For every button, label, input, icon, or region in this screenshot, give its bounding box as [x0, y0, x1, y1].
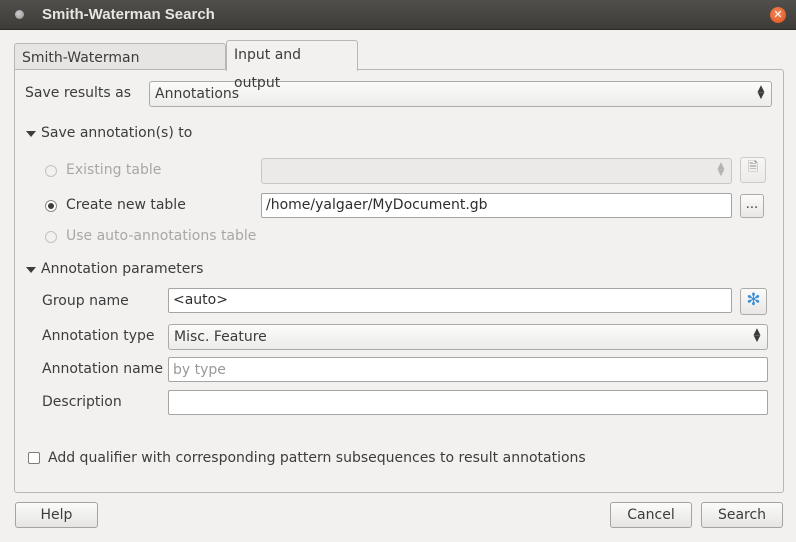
existing-table-radio[interactable] — [45, 165, 57, 177]
cancel-button[interactable]: Cancel — [610, 502, 692, 528]
existing-table-label: Existing table — [66, 162, 162, 178]
annotation-name-field[interactable] — [168, 357, 768, 382]
auto-annotations-label: Use auto-annotations table — [66, 228, 257, 244]
annotation-type-select[interactable]: Misc. Feature ▲ ▼ — [168, 324, 768, 350]
search-button[interactable]: Search — [701, 502, 783, 528]
create-new-table-label: Create new table — [66, 197, 186, 213]
browse-button[interactable]: ... — [740, 194, 764, 218]
save-annotations-section-title[interactable]: Save annotation(s) to — [41, 125, 192, 141]
annotation-name-label: Annotation name — [42, 361, 163, 377]
existing-table-select[interactable]: ▲ ▼ — [261, 158, 732, 184]
title-bar: Smith-Waterman Search ✕ — [0, 0, 796, 30]
window-menu-icon[interactable] — [15, 10, 24, 19]
collapse-triangle-icon[interactable] — [26, 131, 36, 137]
annotation-type-label: Annotation type — [42, 328, 155, 344]
group-name-label: Group name — [42, 293, 129, 309]
auto-annotations-radio[interactable] — [45, 231, 57, 243]
chevron-updown-icon: ▲ ▼ — [717, 161, 725, 178]
chevron-updown-icon: ▲ ▼ — [757, 84, 765, 101]
group-name-field[interactable]: <auto> — [168, 288, 732, 313]
predefined-names-button[interactable]: ✻ — [740, 288, 767, 315]
chevron-updown-icon: ▲ ▼ — [753, 327, 761, 344]
save-results-label: Save results as — [25, 85, 132, 101]
annotation-params-section-title[interactable]: Annotation parameters — [41, 261, 203, 277]
add-qualifier-label[interactable]: Add qualifier with corresponding pattern… — [48, 450, 586, 466]
new-table-path-field[interactable]: /home/yalgaer/MyDocument.gb — [261, 193, 732, 218]
tab-input-and-output[interactable]: Input and output — [226, 40, 358, 91]
save-results-value: Annotations — [155, 86, 240, 102]
document-icon: 🗎 — [747, 160, 759, 175]
create-new-table-radio[interactable] — [45, 200, 57, 212]
description-field[interactable] — [168, 390, 768, 415]
window-title: Smith-Waterman Search — [42, 6, 215, 23]
annotation-type-value: Misc. Feature — [174, 329, 267, 345]
add-qualifier-checkbox[interactable] — [28, 452, 40, 464]
open-document-button[interactable]: 🗎 — [740, 157, 766, 183]
help-button[interactable]: Help — [15, 502, 98, 528]
collapse-triangle-icon[interactable] — [26, 267, 36, 273]
asterisk-icon: ✻ — [746, 290, 761, 310]
close-icon[interactable]: ✕ — [770, 7, 786, 23]
description-label: Description — [42, 394, 122, 410]
